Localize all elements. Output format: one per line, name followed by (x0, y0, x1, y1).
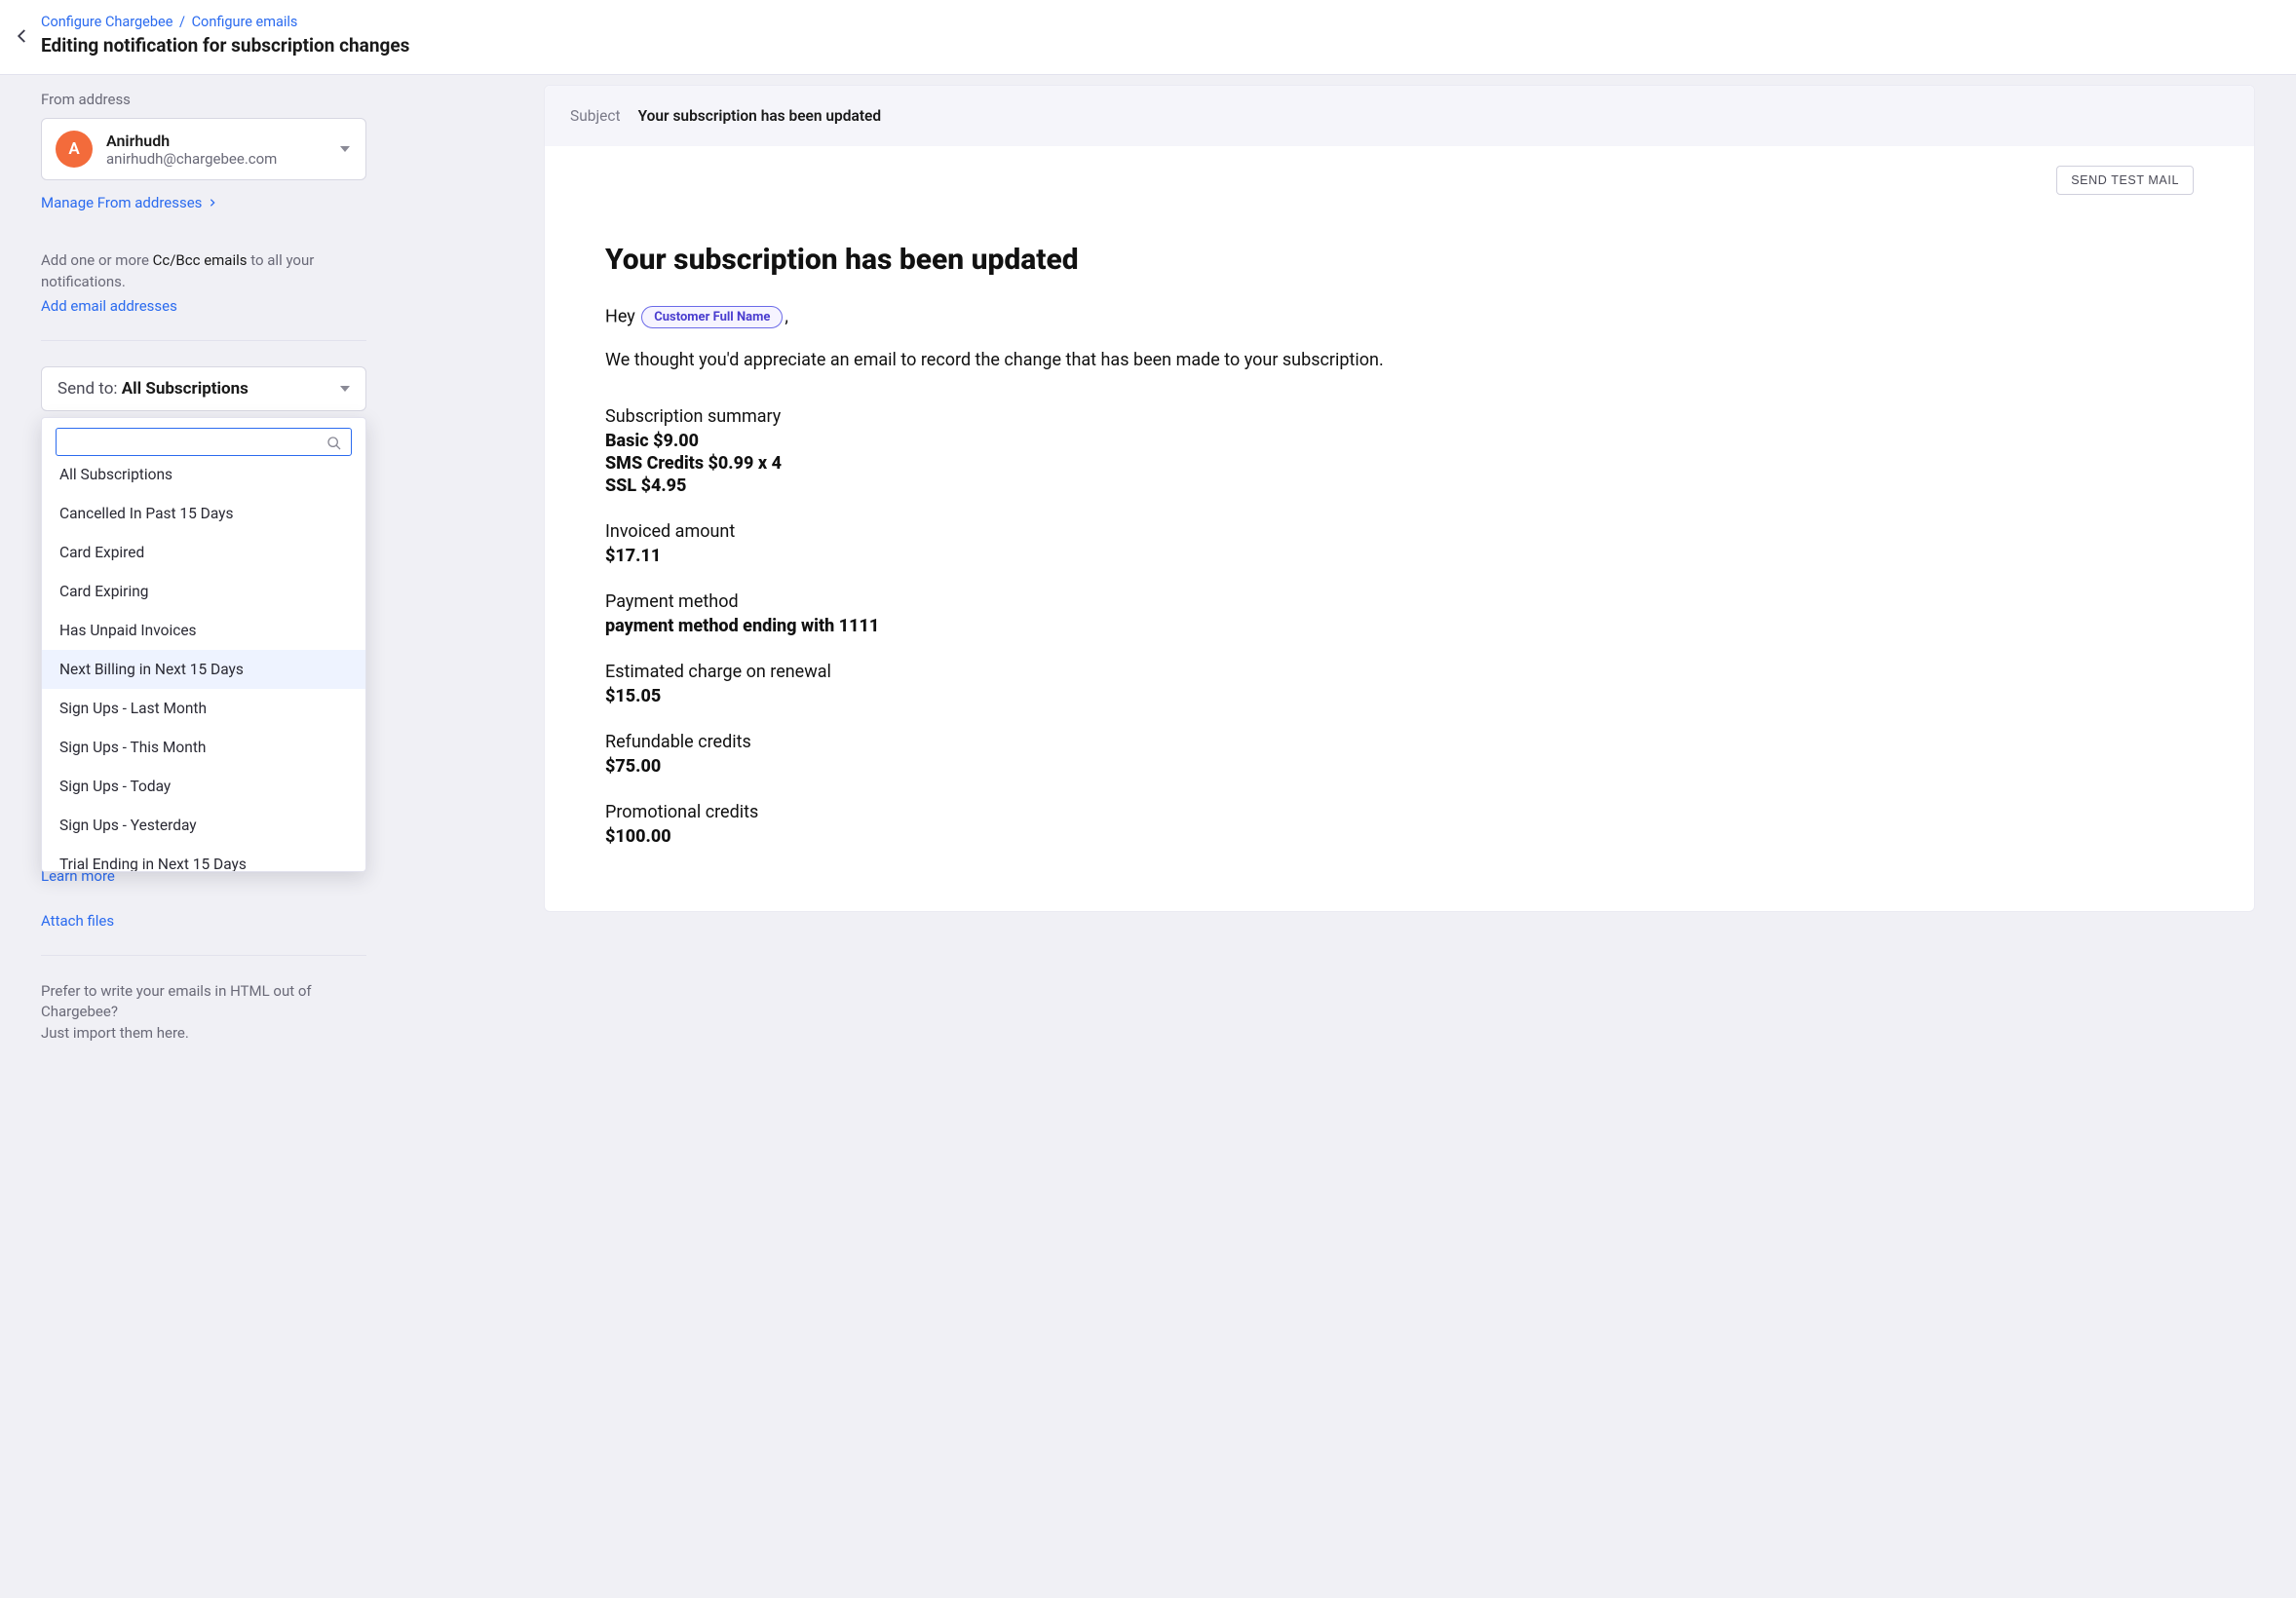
page-header: Configure Chargebee / Configure emails E… (0, 0, 2296, 75)
merge-tag-customer-name[interactable]: Customer Full Name (641, 306, 783, 328)
mail-intro-text: We thought you'd appreciate an email to … (605, 348, 2194, 373)
info-value: $100.00 (605, 826, 2194, 847)
back-icon[interactable] (14, 27, 31, 45)
dropdown-item[interactable]: Card Expiring (42, 572, 365, 611)
mail-greeting: Hey Customer Full Name, (605, 306, 2194, 328)
info-block: Invoiced amount $17.11 (605, 521, 2194, 566)
summary-line: SMS Credits $0.99 x 4 (605, 453, 2194, 474)
dropdown-item[interactable]: Card Expired (42, 533, 365, 572)
search-icon (326, 436, 342, 455)
from-address-selector[interactable]: A Anirhudh anirhudh@chargebee.com (41, 118, 366, 180)
dropdown-item[interactable]: Sign Ups - Last Month (42, 689, 365, 728)
breadcrumb-link-0[interactable]: Configure Chargebee (41, 14, 172, 30)
attach-files-link[interactable]: Attach files (41, 912, 114, 930)
manage-from-addresses-label: Manage From addresses (41, 194, 202, 211)
add-email-addresses-link[interactable]: Add email addresses (41, 297, 177, 315)
import-html-hint: Prefer to write your emails in HTML out … (41, 981, 366, 1045)
from-address-label: From address (41, 91, 366, 108)
preview-panel: Subject Your subscription has been updat… (407, 75, 2296, 951)
dropdown-item[interactable]: Sign Ups - Today (42, 767, 365, 806)
send-to-dropdown-panel: All SubscriptionsCancelled In Past 15 Da… (41, 417, 366, 872)
info-value: $75.00 (605, 756, 2194, 777)
send-to-value: All Subscriptions (122, 379, 249, 399)
dropdown-item[interactable]: Sign Ups - This Month (42, 728, 365, 767)
dropdown-list: All SubscriptionsCancelled In Past 15 Da… (42, 462, 365, 871)
summary-line: Basic $9.00 (605, 431, 2194, 451)
info-label: Invoiced amount (605, 521, 2194, 542)
avatar: A (56, 131, 93, 168)
info-label: Estimated charge on renewal (605, 662, 2194, 682)
subject-label: Subject (570, 107, 621, 125)
dropdown-item[interactable]: All Subscriptions (42, 462, 365, 494)
chevron-down-icon (340, 144, 350, 154)
info-value: payment method ending with 1111 (605, 616, 2194, 636)
chevron-down-icon (340, 384, 350, 394)
cc-bcc-hint: Add one or more Cc/Bcc emails to all you… (41, 250, 366, 293)
info-block: Payment method payment method ending with… (605, 591, 2194, 636)
settings-panel: From address A Anirhudh anirhudh@chargeb… (0, 75, 407, 1084)
mail-heading: Your subscription has been updated (605, 242, 2194, 279)
dropdown-item[interactable]: Has Unpaid Invoices (42, 611, 365, 650)
from-name: Anirhudh (106, 132, 277, 150)
info-value: $17.11 (605, 546, 2194, 566)
info-label: Promotional credits (605, 802, 2194, 822)
dropdown-item[interactable]: Sign Ups - Yesterday (42, 806, 365, 845)
divider (41, 340, 366, 341)
send-to-label: Send to: (57, 379, 122, 399)
dropdown-item[interactable]: Next Billing in Next 15 Days (42, 650, 365, 689)
breadcrumb-separator: / (179, 14, 185, 30)
breadcrumb-link-1[interactable]: Configure emails (192, 14, 298, 30)
subscription-summary-label: Subscription summary (605, 406, 2194, 427)
page-title: Editing notification for subscription ch… (41, 34, 2277, 57)
email-preview-card: Subject Your subscription has been updat… (544, 85, 2255, 912)
send-to-trigger[interactable]: Send to: All Subscriptions (41, 366, 366, 411)
summary-line: SSL $4.95 (605, 476, 2194, 496)
info-label: Refundable credits (605, 732, 2194, 752)
info-block: Promotional credits $100.00 (605, 802, 2194, 847)
subscription-summary-block: Subscription summary Basic $9.00SMS Cred… (605, 406, 2194, 496)
info-label: Payment method (605, 591, 2194, 612)
dropdown-search-input[interactable] (56, 428, 352, 456)
subject-value: Your subscription has been updated (638, 107, 882, 125)
info-block: Estimated charge on renewal $15.05 (605, 662, 2194, 706)
preview-subject-row: Subject Your subscription has been updat… (545, 86, 2254, 146)
dropdown-item[interactable]: Trial Ending in Next 15 Days (42, 845, 365, 871)
dropdown-item[interactable]: Cancelled In Past 15 Days (42, 494, 365, 533)
breadcrumb: Configure Chargebee / Configure emails (41, 14, 2277, 30)
info-value: $15.05 (605, 686, 2194, 706)
send-test-mail-button[interactable]: SEND TEST MAIL (2056, 166, 2194, 195)
info-block: Refundable credits $75.00 (605, 732, 2194, 777)
divider (41, 955, 366, 956)
manage-from-addresses-link[interactable]: Manage From addresses (41, 194, 217, 211)
send-to-dropdown: Send to: All Subscriptions All Subscript… (41, 366, 366, 411)
from-email: anirhudh@chargebee.com (106, 150, 277, 168)
